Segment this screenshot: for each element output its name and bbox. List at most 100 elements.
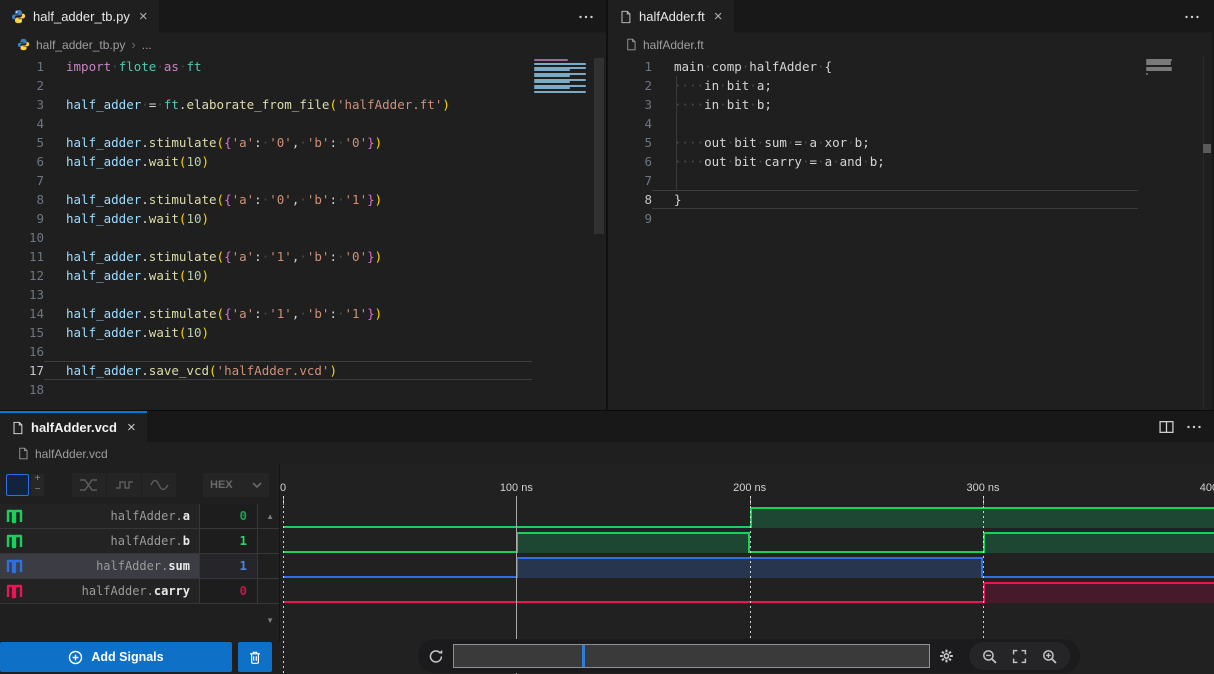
list-scrollbar[interactable] (258, 529, 279, 553)
breadcrumb: halfAdder.ft (608, 33, 1212, 56)
gear-icon[interactable] (939, 648, 954, 664)
code-line: 2 (0, 76, 606, 95)
more-actions-icon[interactable] (1184, 15, 1200, 19)
code-line-text: ····in·bit·b; (674, 97, 772, 112)
code-line: 5 half_adder.stimulate({'a':·'0',·'b':·'0… (0, 133, 606, 152)
bus-wave-icon (80, 478, 97, 491)
scrubber-position-marker[interactable] (581, 645, 585, 667)
timeline-scrubber[interactable] (452, 644, 931, 668)
signal-row-a[interactable]: halfAdder.a 0 (0, 504, 279, 529)
more-actions-icon[interactable] (1186, 425, 1202, 429)
close-icon[interactable]: × (714, 9, 723, 24)
scrollbar-track (1203, 56, 1204, 409)
signal-list: halfAdder.a 0 halfAdder.b 1 halfAdder.sum 1 ha… (0, 504, 279, 634)
vertical-scrollbar[interactable] (594, 58, 604, 234)
scroll-down-icon[interactable]: ▼ (266, 616, 274, 625)
python-icon (17, 38, 30, 51)
python-icon (11, 9, 26, 24)
line-number: 13 (28, 287, 44, 302)
wave-low-segment (749, 551, 983, 553)
vertical-scrollbar[interactable] (1203, 144, 1211, 153)
signal-row-b[interactable]: halfAdder.b 1 (0, 529, 279, 554)
waveform-carry (280, 580, 1214, 605)
waveform-a (280, 505, 1214, 530)
breadcrumb-item-file[interactable]: half_adder_tb.py (36, 38, 125, 52)
analog-wave-button[interactable] (142, 472, 176, 497)
delete-signal-button[interactable] (238, 642, 272, 672)
minimap[interactable] (1146, 59, 1176, 77)
refresh-icon[interactable] (428, 648, 444, 665)
time-tick-label: 200 ns (733, 482, 767, 494)
signal-value: 0 (200, 579, 258, 603)
code-line: 12 half_adder.wait(10) (0, 266, 606, 285)
signal-color-swatch[interactable] (6, 473, 29, 496)
breadcrumb-item-symbol[interactable]: ... (142, 38, 152, 52)
line-number: 7 (644, 173, 652, 188)
zoom-out-icon[interactable] (982, 649, 997, 664)
code-line-text: ····in·bit·a; (674, 78, 772, 93)
code-line-text: half_adder.stimulate({'a':·'1',·'b':·'1'… (66, 306, 383, 321)
zoom-in-icon[interactable] (1042, 649, 1057, 664)
line-number: 1 (36, 59, 44, 74)
row-height-decrease-button[interactable]: − (31, 484, 44, 496)
code-line-text: half_adder.wait(10) (66, 154, 210, 169)
tabbar-right: halfAdder.ft × (608, 0, 1212, 33)
row-height-increase-button[interactable]: + (31, 473, 44, 485)
minimap-line (534, 87, 571, 89)
code-line: 3 half_adder·=·ft.elaborate_from_file('ha… (0, 95, 606, 114)
code-line-text: half_adder.wait(10) (66, 211, 210, 226)
zoom-fit-icon[interactable] (1012, 649, 1027, 664)
close-icon[interactable]: × (139, 9, 148, 24)
wave-high-segment (982, 532, 1214, 553)
split-editor-icon[interactable] (1159, 420, 1174, 434)
line-number: 17 (28, 363, 44, 378)
signal-value: 1 (200, 554, 258, 578)
signal-wave-swatch (0, 579, 30, 603)
signal-row-carry[interactable]: halfAdder.carry 0 (0, 579, 279, 604)
code-editor-ft[interactable]: 1 main·comp·halfAdder·{2 ····in·bit·a; 3 ···… (608, 56, 1212, 409)
waveform-b (280, 530, 1214, 555)
breadcrumb-item-file[interactable]: halfAdder.ft (643, 38, 704, 52)
line-number: 2 (644, 78, 652, 93)
line-number: 6 (36, 154, 44, 169)
signal-wave-swatch (0, 504, 30, 528)
more-actions-icon[interactable] (578, 15, 594, 19)
code-line: 7 (0, 171, 606, 190)
minimap-line (1146, 69, 1172, 71)
add-signals-button[interactable]: Add Signals (0, 642, 232, 672)
code-line-text: ····out·bit·sum·=·a·xor·b; (674, 135, 870, 150)
list-scrollbar[interactable] (258, 579, 279, 603)
minimap[interactable] (534, 59, 590, 95)
line-number: 8 (644, 192, 652, 207)
code-line-text: half_adder.stimulate({'a':·'1',·'b':·'0'… (66, 249, 383, 264)
line-number: 10 (28, 230, 44, 245)
list-scrollbar[interactable] (258, 554, 279, 578)
tab-half-adder-tb-py[interactable]: half_adder_tb.py × (0, 0, 159, 33)
radix-select[interactable]: HEX (203, 472, 269, 497)
bus-render-button[interactable] (72, 472, 106, 497)
line-number: 1 (644, 59, 652, 74)
line-number: 6 (644, 154, 652, 169)
time-tick-label: 300 ns (966, 482, 1000, 494)
editor-area: half_adder_tb.py × half_adder_tb.py › ..… (0, 0, 1214, 410)
tab-halfadder-ft[interactable]: halfAdder.ft × (608, 0, 734, 33)
vcd-panel: halfAdder.vcd × halfAdder.vcd + − HEX ha… (0, 410, 1214, 674)
line-number: 3 (644, 97, 652, 112)
signal-row-sum[interactable]: halfAdder.sum 1 (0, 554, 279, 579)
code-line-text: half_adder.stimulate({'a':·'0',·'b':·'1'… (66, 192, 383, 207)
time-tick-label: 0 (280, 482, 287, 494)
line-number: 8 (36, 192, 44, 207)
step-wave-button[interactable] (107, 472, 141, 497)
square-wave-icon (6, 584, 23, 598)
tab-halfadder-vcd[interactable]: halfAdder.vcd × (0, 411, 147, 442)
close-icon[interactable]: × (127, 420, 136, 435)
code-line: 8} (608, 190, 1212, 209)
scroll-up-icon[interactable]: ▲ (266, 512, 274, 521)
line-number: 9 (644, 211, 652, 226)
breadcrumb-item-file[interactable]: halfAdder.vcd (35, 447, 108, 461)
waveform-canvas[interactable]: 0 100 ns 200 ns 300 ns 400 ns (280, 465, 1214, 674)
signal-sidebar: + − HEX halfAdder.a 0 halfAdder.b 1 half… (0, 465, 280, 674)
code-editor-python[interactable]: 1 import·flote·as·ft 2 3 half_adder·=·ft.ela… (0, 56, 606, 409)
minimap-line (534, 75, 571, 77)
